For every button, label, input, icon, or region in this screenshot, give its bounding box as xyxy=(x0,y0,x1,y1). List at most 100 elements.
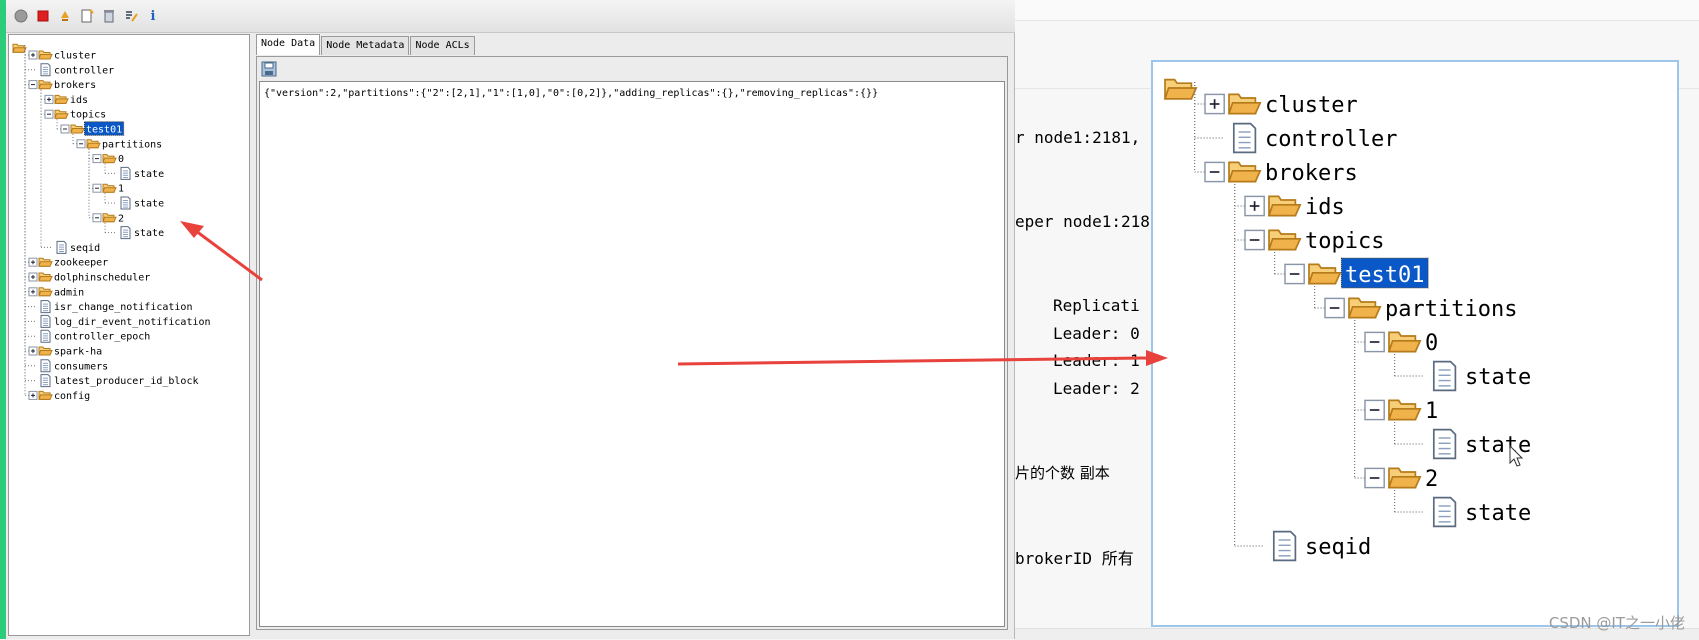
node-label: seqid xyxy=(70,243,100,254)
file-icon xyxy=(1432,360,1457,392)
tree-folder-node[interactable]: test01 xyxy=(56,119,125,136)
node-tree-panel[interactable]: cluster controller brokers ids topics test01 p… xyxy=(8,34,250,636)
node-label: spark-ha xyxy=(54,347,102,358)
expand-icon[interactable] xyxy=(44,94,54,104)
delete-node-button[interactable] xyxy=(100,7,118,25)
tree-folder-node[interactable]: 0 xyxy=(88,148,124,165)
file-icon xyxy=(40,329,51,343)
edit-button[interactable] xyxy=(122,7,140,25)
node-label: brokers xyxy=(54,80,96,91)
zoom-tree-folder-node[interactable]: partitions xyxy=(1314,286,1518,322)
folder-icon xyxy=(38,257,53,267)
folder-icon xyxy=(38,272,53,282)
file-icon xyxy=(40,359,51,373)
node-label: partitions xyxy=(102,139,162,150)
node-label: controller xyxy=(1265,127,1397,152)
expand-icon[interactable] xyxy=(28,390,38,400)
node-label: 2 xyxy=(118,213,124,224)
collapse-icon[interactable] xyxy=(1324,297,1345,319)
folder-icon xyxy=(1227,93,1262,115)
collapse-icon[interactable] xyxy=(92,213,102,223)
editor-line: eper node1:218 xyxy=(1015,212,1150,231)
file-icon xyxy=(1432,496,1457,528)
save-button[interactable] xyxy=(261,61,277,77)
zookeeper-viewer-window: i cluster controller brokers ids topics test0… xyxy=(0,0,1020,639)
folder-icon xyxy=(54,109,69,119)
folder-icon xyxy=(1267,195,1302,217)
tab-node-acls[interactable]: Node ACLs xyxy=(410,36,475,55)
folder-icon xyxy=(38,346,53,356)
node-label: test01 xyxy=(1345,263,1424,288)
collapse-icon[interactable] xyxy=(28,80,38,90)
collapse-icon[interactable] xyxy=(1364,467,1385,489)
node-label: test01 xyxy=(86,125,122,136)
collapse-icon[interactable] xyxy=(92,183,102,193)
collapse-icon[interactable] xyxy=(60,124,70,134)
tree-folder-node[interactable]: ids xyxy=(40,89,88,106)
refresh-button[interactable] xyxy=(56,7,74,25)
folder-icon xyxy=(38,390,53,400)
disconnect-button[interactable] xyxy=(34,7,52,25)
connect-button[interactable] xyxy=(12,7,30,25)
expand-icon[interactable] xyxy=(28,257,38,267)
node-label: consumers xyxy=(54,361,108,372)
tree-file-node[interactable]: state xyxy=(104,163,164,180)
tree-folder-node[interactable]: partitions xyxy=(72,134,162,150)
collapse-icon[interactable] xyxy=(1364,331,1385,353)
node-label: cluster xyxy=(1265,93,1358,118)
zoom-tree-folder-node[interactable]: test01 xyxy=(1273,252,1429,289)
collapse-icon[interactable] xyxy=(44,109,54,119)
collapse-icon[interactable] xyxy=(92,154,102,164)
tree-file-node[interactable]: state xyxy=(104,222,164,240)
node-label: ids xyxy=(1305,195,1345,220)
refresh-icon xyxy=(61,11,69,21)
file-icon xyxy=(120,196,131,210)
node-label: state xyxy=(1465,501,1531,526)
node-label: state xyxy=(134,199,164,210)
detail-tabs: Node Data Node Metadata Node ACLs xyxy=(256,34,476,56)
node-label: controller_epoch xyxy=(54,332,150,343)
add-node-button[interactable] xyxy=(78,7,96,25)
tree-file-node[interactable]: state xyxy=(104,193,164,210)
file-icon xyxy=(120,226,131,240)
collapse-icon[interactable] xyxy=(76,139,86,149)
expand-icon[interactable] xyxy=(28,50,38,60)
node-data-editor[interactable]: {"version":2,"partitions":{"2":[2,1],"1"… xyxy=(259,81,1005,627)
expand-icon[interactable] xyxy=(28,287,38,297)
zoomed-tree-callout: cluster controller brokers ids topics test01 p… xyxy=(1151,60,1679,627)
node-tree: cluster controller brokers ids topics test01 p… xyxy=(12,43,211,402)
node-label: seqid xyxy=(1305,535,1371,560)
collapse-icon[interactable] xyxy=(1204,161,1225,183)
zoom-tree-folder-node[interactable]: cluster xyxy=(1193,82,1358,118)
disconnect-icon xyxy=(37,10,49,22)
zoomed-node-tree: cluster controller brokers ids topics test01 p… xyxy=(1163,78,1532,562)
collapse-icon[interactable] xyxy=(1364,399,1385,421)
expand-icon[interactable] xyxy=(1244,195,1265,217)
node-label: 1 xyxy=(1425,399,1438,424)
tab-node-data[interactable]: Node Data xyxy=(256,34,321,55)
editor-line: Replicati xyxy=(1053,296,1140,315)
folder-icon xyxy=(38,50,53,60)
node-label: state xyxy=(134,228,164,239)
zoom-tree-file-node[interactable]: state xyxy=(1394,490,1532,528)
tree-folder-node[interactable]: cluster xyxy=(24,45,96,62)
zoom-tree-file-node[interactable]: state xyxy=(1394,354,1532,392)
zoom-tree-file-node[interactable]: state xyxy=(1394,422,1532,460)
info-button[interactable]: i xyxy=(144,7,162,25)
zoom-tree-folder-node[interactable]: ids xyxy=(1233,184,1345,220)
folder-icon xyxy=(102,213,117,223)
collapse-icon[interactable] xyxy=(1284,263,1305,285)
zoom-tree-folder-node[interactable]: 0 xyxy=(1354,320,1439,356)
folder-icon xyxy=(38,80,53,90)
expand-icon[interactable] xyxy=(28,272,38,282)
collapse-icon[interactable] xyxy=(1244,229,1265,251)
node-label: state xyxy=(1465,433,1531,458)
folder-icon xyxy=(102,183,117,193)
folder-icon xyxy=(102,154,117,164)
tab-node-metadata[interactable]: Node Metadata xyxy=(321,36,410,55)
expand-icon[interactable] xyxy=(28,346,38,356)
node-label: state xyxy=(134,169,164,180)
node-label: config xyxy=(54,391,90,402)
node-data-value: {"version":2,"partitions":{"2":[2,1],"1"… xyxy=(264,88,879,99)
expand-icon[interactable] xyxy=(1204,93,1225,115)
